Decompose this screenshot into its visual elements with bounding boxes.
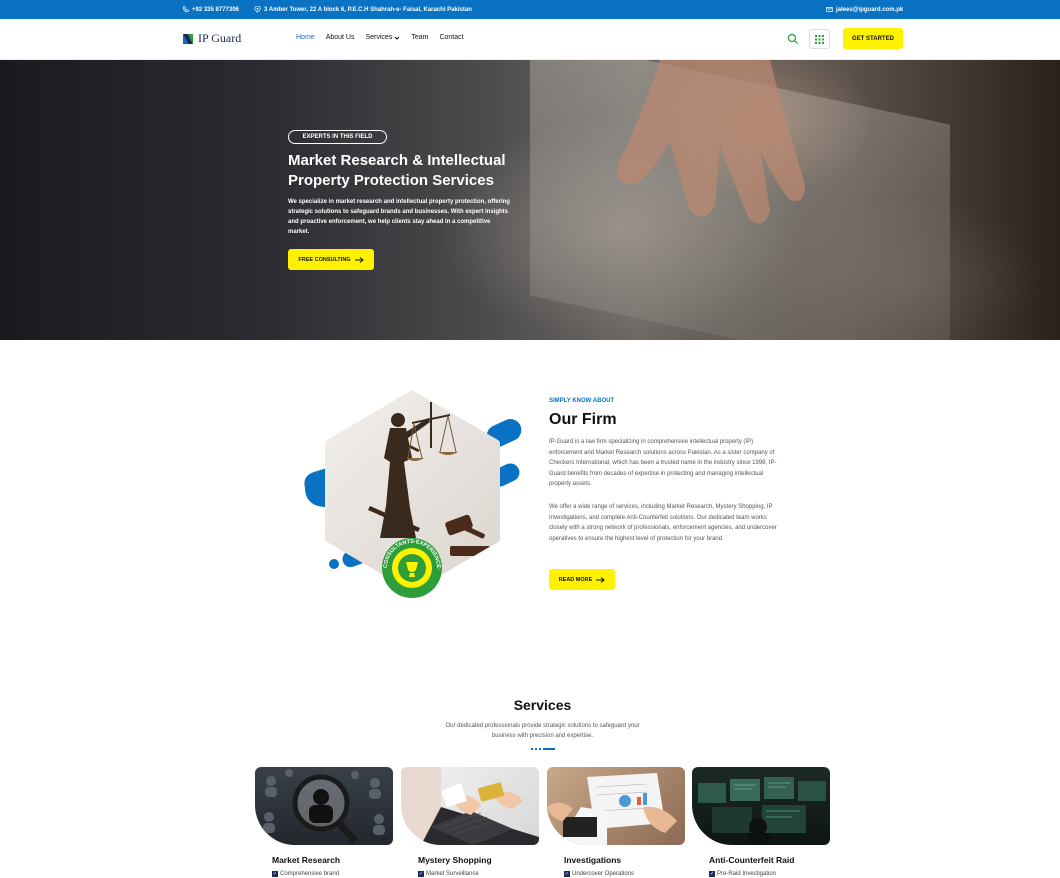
services-subtitle: Our dedicated professionals provide stra…	[445, 723, 640, 739]
service-card-investigations[interactable]: Investigations ✓ Undercover Operations	[547, 767, 685, 878]
card-feature: ✓ Pre-Raid Investigation	[709, 871, 776, 877]
get-started-button[interactable]: GET STARTED	[843, 28, 903, 49]
card-title: Mystery Shopping	[418, 855, 492, 865]
read-more-label: READ MORE	[558, 576, 593, 583]
anti-counterfeit-image	[692, 767, 830, 845]
card-feature-text: Comprehensive brand	[280, 871, 340, 877]
nav-about-label: About Us	[325, 34, 355, 41]
mystery-shopping-image	[401, 767, 539, 845]
nav-contact[interactable]: Contact	[439, 34, 463, 41]
email-text: jalees@ipguard.com.pk	[836, 6, 904, 13]
apps-menu-button[interactable]	[809, 29, 830, 49]
card-title: Market Research	[272, 855, 341, 865]
logo-text: IP Guard	[198, 31, 242, 45]
search-icon[interactable]	[787, 33, 799, 45]
nav-about[interactable]: About Us	[326, 34, 355, 41]
card-feature-text: Pre-Raid Investigation	[717, 871, 777, 877]
nav-team-label: Team	[411, 34, 429, 41]
read-more-button[interactable]: READ MORE	[549, 569, 615, 590]
checkbox-icon: ✓	[418, 871, 424, 877]
location-pin-icon	[254, 6, 261, 13]
arrow-right-icon	[596, 576, 606, 583]
card-feature: ✓ Undercover Operations	[564, 871, 634, 877]
mail-icon	[826, 7, 833, 12]
card-title: Investigations	[564, 855, 622, 865]
hero-description: We specialize in market research and int…	[288, 199, 510, 235]
services-title: Services	[513, 697, 572, 713]
grid-icon	[815, 34, 824, 44]
phone-icon	[182, 6, 189, 13]
logo[interactable]: IP Guard	[182, 31, 241, 46]
arrow-right-icon	[354, 256, 364, 263]
main-navbar: IP Guard Home About Us Services Team Con…	[0, 19, 1060, 60]
nav-team[interactable]: Team	[411, 34, 428, 41]
hero-title: Market Research & Intellectual Property …	[288, 152, 506, 189]
logo-mark-icon	[183, 33, 193, 44]
free-consulting-button[interactable]: FREE CONSULTING	[288, 249, 374, 270]
phone-text: +92 335 8777306	[192, 6, 239, 13]
nav-services[interactable]: Services	[365, 34, 400, 41]
card-title: Anti-Counterfeit Raid	[709, 855, 795, 865]
firm-paragraph-1: IP-Guard is a law firm specializing in c…	[549, 439, 777, 487]
firm-illustration: CONSULTANTS·EXPERIENCE·	[304, 390, 522, 598]
nav-contact-label: Contact	[439, 34, 464, 41]
address-text-wrap: 3 Amber Tower, 22 A block 6, P.E.C.H Sha…	[254, 6, 472, 13]
section-divider	[531, 748, 555, 750]
card-feature-text: Market Surveillance	[426, 871, 479, 877]
hero-badge: EXPERTS IN THIS FIELD	[288, 130, 387, 144]
checkbox-icon: ✓	[709, 871, 715, 877]
phone-link[interactable]: +92 335 8777306	[182, 6, 239, 13]
address-text: 3 Amber Tower, 22 A block 6, P.E.C.H Sha…	[264, 6, 472, 13]
checkbox-icon: ✓	[272, 871, 278, 877]
hero-section: EXPERTS IN THIS FIELD Market Research & …	[0, 60, 1060, 340]
chevron-down-icon	[394, 36, 400, 40]
card-feature-text: Undercover Operations	[572, 871, 635, 877]
firm-title: Our Firm	[549, 411, 617, 428]
firm-section-label: SIMPLY KNOW ABOUT	[549, 398, 615, 404]
market-research-image	[255, 767, 393, 845]
service-card-mystery-shopping[interactable]: Mystery Shopping ✓ Market Surveillance	[401, 767, 539, 878]
nav-home[interactable]: Home	[296, 34, 315, 41]
free-consulting-label: FREE CONSULTING	[298, 256, 351, 263]
service-card-anti-counterfeit-raid[interactable]: Anti-Counterfeit Raid ✓ Pre-Raid Investi…	[692, 767, 830, 878]
firm-paragraph-2: We offer a wide range of services, inclu…	[549, 504, 777, 542]
checkbox-icon: ✓	[564, 871, 570, 877]
hero-hand-image	[616, 60, 805, 224]
card-feature: ✓ Market Surveillance	[418, 871, 479, 877]
top-bar: +92 335 8777306 3 Amber Tower, 22 A bloc…	[0, 0, 1060, 19]
service-card-market-research[interactable]: Market Research ✓ Comprehensive brand	[255, 767, 393, 878]
nav-home-label: Home	[296, 34, 315, 41]
email-link[interactable]: jalees@ipguard.com.pk	[826, 6, 903, 13]
nav-services-label: Services	[365, 34, 393, 41]
investigations-image	[547, 767, 685, 845]
nav-menu: Home About Us Services Team Contact	[296, 34, 464, 41]
card-feature: ✓ Comprehensive brand	[272, 871, 339, 877]
firm-image-group: CONSULTANTS·EXPERIENCE·	[300, 388, 525, 600]
